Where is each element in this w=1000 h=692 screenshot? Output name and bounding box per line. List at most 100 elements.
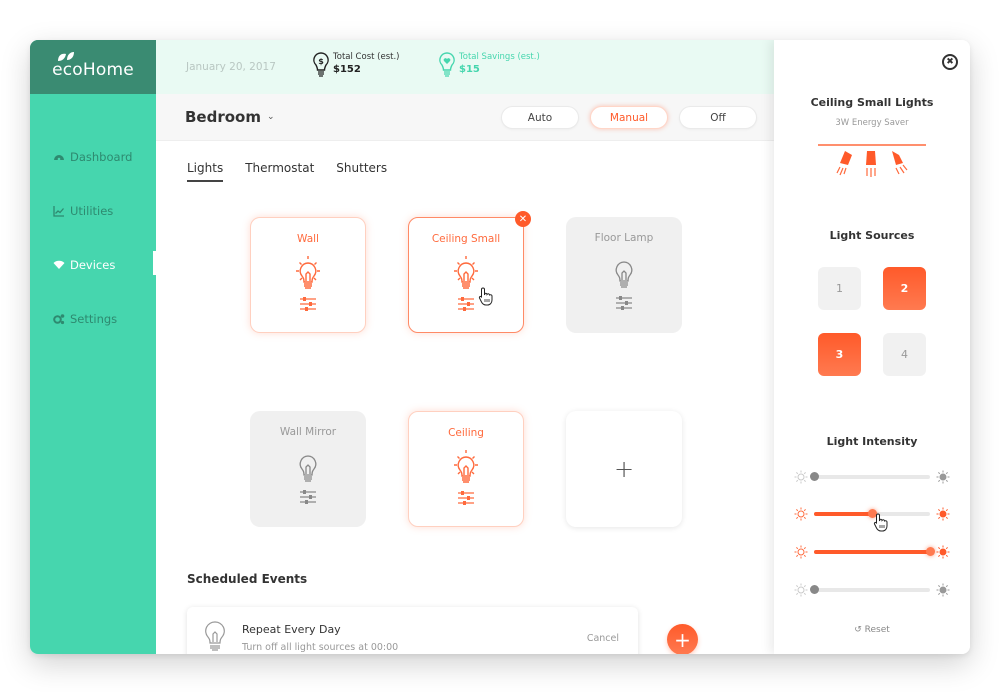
remove-device-button[interactable]: ✕ <box>515 211 531 227</box>
main-content: Lights Thermostat Shutters Wall Ceiling … <box>156 141 774 654</box>
total-cost-label: Total Cost (est.) <box>333 52 400 62</box>
adjust-sliders-icon[interactable] <box>299 297 317 311</box>
dollar-bulb-icon: $ <box>313 52 329 77</box>
ceiling-spotlights-icon <box>818 144 926 177</box>
hand-cursor-icon <box>873 513 888 532</box>
device-name: Wall Mirror <box>279 426 337 438</box>
device-tile-floor-lamp[interactable]: Floor Lamp <box>566 217 682 333</box>
sidebar-item-label: Dashboard <box>70 150 133 164</box>
light-source-3-button[interactable]: 3 <box>818 333 861 376</box>
light-sources-title: Light Sources <box>829 229 915 242</box>
app-window: ecoHome Dashboard Utilities Devices Sett… <box>30 40 970 654</box>
chevron-down-icon: ⌄ <box>266 112 275 122</box>
reset-icon: ↺ <box>854 625 865 635</box>
device-tile-wall[interactable]: Wall <box>250 217 366 333</box>
dim-sun-icon <box>794 545 808 559</box>
panel-title: Ceiling Small Lights <box>810 96 934 109</box>
intensity-slider-source-4[interactable] <box>794 583 950 597</box>
device-name: Floor Lamp <box>594 232 654 244</box>
sidebar-item-settings[interactable]: Settings <box>53 312 117 326</box>
adjust-sliders-icon[interactable] <box>299 490 317 504</box>
device-name: Wall <box>297 233 319 245</box>
panel-subtitle: 3W Energy Saver <box>835 118 909 128</box>
total-cost-value: $152 <box>333 64 361 75</box>
mode-manual-button[interactable]: Manual <box>590 106 668 129</box>
hand-cursor-icon <box>478 287 493 306</box>
dim-sun-icon <box>794 470 808 484</box>
dim-sun-icon <box>794 507 808 521</box>
light-source-2-button[interactable]: 2 <box>883 267 926 310</box>
reset-button[interactable]: ↺ Reset <box>774 625 970 635</box>
intensity-slider-source-3[interactable] <box>794 545 950 559</box>
scheduled-events-title: Scheduled Events <box>187 572 308 586</box>
room-selector[interactable]: Bedroom ⌄ <box>185 108 275 126</box>
logo[interactable]: ecoHome <box>30 40 156 94</box>
tab-shutters[interactable]: Shutters <box>336 161 387 182</box>
svg-text:$: $ <box>318 57 324 66</box>
adjust-sliders-icon[interactable] <box>457 491 475 505</box>
wifi-icon <box>53 260 65 269</box>
sidebar-item-label: Utilities <box>70 204 114 218</box>
adjust-sliders-icon[interactable] <box>615 296 633 310</box>
sidebar: ecoHome Dashboard Utilities Devices Sett… <box>30 40 156 654</box>
slider-track[interactable] <box>814 509 930 518</box>
dim-sun-icon <box>794 583 808 597</box>
sidebar-item-devices[interactable]: Devices <box>53 258 115 272</box>
event-title: Repeat Every Day <box>242 623 341 636</box>
gears-icon <box>53 314 65 325</box>
sidebar-item-utilities[interactable]: Utilities <box>53 204 113 218</box>
device-tile-ceiling-small[interactable]: Ceiling Small ✕ <box>408 211 531 333</box>
slider-track[interactable] <box>814 547 935 556</box>
tab-lights[interactable]: Lights <box>187 161 224 182</box>
plus-icon: + <box>613 455 635 483</box>
app-name: ecoHome <box>52 60 134 80</box>
slider-track[interactable] <box>810 585 930 594</box>
cancel-event-button[interactable]: Cancel <box>587 633 619 644</box>
slider-track[interactable] <box>810 472 930 481</box>
sidebar-item-label: Settings <box>70 312 118 326</box>
sidebar-item-dashboard[interactable]: Dashboard <box>53 150 132 164</box>
scheduled-event-item[interactable]: Repeat Every Day Turn off all light sour… <box>187 607 638 654</box>
sidebar-item-label: Devices <box>70 258 116 272</box>
dashboard-gauge-icon <box>54 155 64 161</box>
line-chart-icon <box>53 206 64 217</box>
device-tabs: Lights Thermostat Shutters <box>187 161 387 182</box>
slider-fill <box>814 512 872 516</box>
bright-sun-icon <box>936 470 950 484</box>
lightbulb-off-icon <box>299 455 317 482</box>
mode-auto-button[interactable]: Auto <box>501 106 579 129</box>
mode-off-button[interactable]: Off <box>679 106 757 129</box>
leaf-icon <box>58 52 74 61</box>
slider-knob[interactable] <box>810 585 819 594</box>
lightbulb-icon <box>205 621 225 651</box>
intensity-slider-source-1[interactable] <box>794 470 950 484</box>
event-detail: Turn off all light sources at 00:00 <box>242 642 399 653</box>
light-source-4-button[interactable]: 4 <box>883 333 926 376</box>
add-device-tile[interactable]: + <box>566 411 682 527</box>
total-savings-value: $15 <box>459 64 480 75</box>
top-bar: January 20, 2017 $ Total Cost (est.) $15… <box>156 40 774 94</box>
room-name: Bedroom <box>185 108 261 126</box>
total-savings: Total Savings (est.) $15 <box>439 52 540 78</box>
lightbulb-off-icon <box>615 261 633 288</box>
device-tile-ceiling[interactable]: Ceiling <box>408 411 524 527</box>
add-event-button[interactable]: + <box>667 624 698 654</box>
light-source-1-button[interactable]: 1 <box>818 267 861 310</box>
tab-thermostat[interactable]: Thermostat <box>245 161 314 182</box>
adjust-sliders-icon[interactable] <box>457 297 475 311</box>
slider-knob[interactable] <box>810 472 819 481</box>
lightbulb-on-icon <box>454 450 478 483</box>
bright-sun-icon <box>936 507 950 521</box>
light-intensity-title: Light Intensity <box>826 435 918 448</box>
intensity-slider-source-2[interactable] <box>794 507 950 521</box>
device-tile-wall-mirror[interactable]: Wall Mirror <box>250 411 366 527</box>
reset-label: Reset <box>864 625 890 635</box>
bright-sun-icon <box>936 545 950 559</box>
slider-fill <box>814 550 930 554</box>
total-cost: $ Total Cost (est.) $152 <box>313 52 399 78</box>
total-savings-label: Total Savings (est.) <box>459 52 540 62</box>
close-panel-button[interactable]: ✖ <box>942 54 958 70</box>
slider-knob[interactable] <box>926 547 935 556</box>
bright-sun-icon <box>936 583 950 597</box>
room-bar: Bedroom ⌄ Auto Manual Off <box>156 94 774 141</box>
